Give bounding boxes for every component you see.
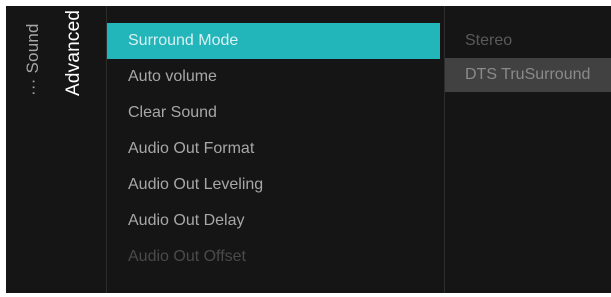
breadcrumb-parent-sound[interactable]: ··· Sound: [23, 16, 43, 96]
option-stereo[interactable]: Stereo: [445, 24, 611, 58]
menu-item-clear-sound[interactable]: Clear Sound: [107, 95, 440, 131]
menu-item-label: Auto volume: [128, 68, 217, 85]
menu-item-label: Audio Out Leveling: [128, 176, 264, 193]
breadcrumb: ··· Sound Advanced: [6, 6, 106, 293]
menu-item-auto-volume[interactable]: Auto volume: [107, 59, 440, 95]
menu-item-audio-out-delay[interactable]: Audio Out Delay: [107, 203, 440, 239]
menu-item-label: Audio Out Format: [128, 140, 255, 157]
menu-item-label: Audio Out Delay: [128, 212, 245, 229]
menu-item-surround-mode[interactable]: Surround Mode: [107, 23, 440, 59]
option-label: Stereo: [465, 32, 513, 49]
menu-item-label: Surround Mode: [128, 32, 239, 49]
settings-menu: Surround Mode Auto volume Clear Sound Au…: [107, 23, 440, 275]
menu-item-label: Audio Out Offset: [128, 248, 246, 265]
menu-item-audio-out-leveling[interactable]: Audio Out Leveling: [107, 167, 440, 203]
menu-item-audio-out-offset: Audio Out Offset: [107, 239, 440, 275]
surround-mode-options: Stereo DTS TruSurround: [445, 24, 611, 92]
menu-item-label: Clear Sound: [128, 104, 217, 121]
tv-settings-screen: ··· Sound Advanced Surround Mode Auto vo…: [6, 6, 611, 293]
breadcrumb-current-advanced[interactable]: Advanced: [63, 10, 85, 96]
option-dts-trusurround[interactable]: DTS TruSurround: [445, 58, 611, 92]
menu-item-audio-out-format[interactable]: Audio Out Format: [107, 131, 440, 167]
option-label: DTS TruSurround: [465, 66, 591, 83]
